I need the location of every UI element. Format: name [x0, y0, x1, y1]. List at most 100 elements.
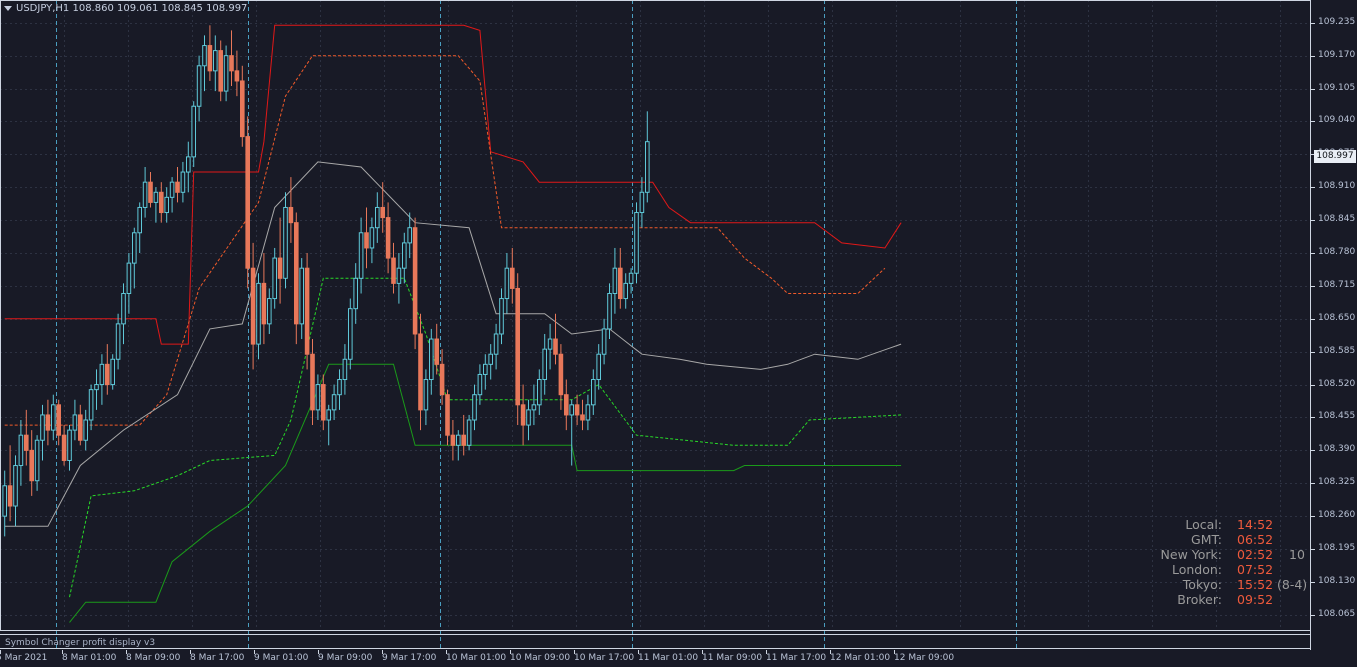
candle — [531, 384, 537, 426]
candle-body — [234, 70, 240, 82]
candle-body — [18, 434, 24, 467]
candle — [396, 253, 402, 304]
time-axis-label: 8 Mar 17:00 — [190, 653, 245, 663]
candle-body — [434, 338, 439, 365]
candle — [380, 182, 385, 233]
candle-body — [369, 227, 375, 249]
candle — [126, 253, 132, 314]
candle — [515, 273, 521, 426]
candle-body — [283, 206, 288, 279]
candle-body — [272, 257, 277, 300]
candle — [375, 192, 380, 243]
candle — [164, 187, 169, 223]
candle — [434, 323, 439, 375]
candle-body — [412, 227, 418, 335]
candle-body — [132, 232, 137, 264]
candle-body — [499, 298, 504, 335]
candle — [483, 354, 488, 390]
candle-body — [531, 404, 537, 411]
candle — [407, 212, 412, 259]
price-axis-label: 108.715 — [1318, 280, 1356, 290]
candle — [159, 182, 164, 223]
clock-time: 07:52 — [1237, 562, 1274, 577]
candle — [186, 141, 191, 193]
candle — [385, 202, 391, 274]
price-axis-label: 108.260 — [1318, 510, 1356, 520]
candle — [391, 242, 396, 294]
candle-body — [510, 267, 515, 289]
candle — [526, 399, 531, 441]
candle-body — [337, 379, 342, 396]
candle — [326, 404, 331, 446]
candle-body — [477, 373, 483, 396]
candle-body — [515, 287, 521, 406]
candle — [207, 25, 213, 81]
candle — [310, 339, 315, 426]
price-axis-label: 109.105 — [1318, 83, 1356, 93]
candle-body — [450, 434, 456, 446]
candlestick-series[interactable] — [2, 25, 650, 537]
time-axis-label: 8 Mar 01:00 — [62, 653, 117, 663]
candle — [288, 177, 294, 243]
clock-extra: 10 — [1289, 547, 1305, 562]
candle-body — [148, 181, 153, 203]
time-axis-label: 8 Mar 09:00 — [126, 653, 181, 663]
candle — [83, 409, 89, 451]
candle-body — [488, 353, 493, 365]
candle — [78, 404, 83, 446]
price-axis-label: 108.195 — [1318, 543, 1356, 553]
candle-body — [526, 409, 531, 426]
candle — [272, 247, 277, 309]
dropdown-triangle-icon[interactable] — [4, 5, 12, 11]
candle — [223, 45, 229, 102]
clock-name: GMT: — [1191, 532, 1222, 547]
candle — [191, 101, 196, 167]
candle-body — [40, 414, 45, 441]
clock-extra: (8-4) — [1277, 577, 1308, 592]
candle-body — [310, 353, 315, 411]
clock-time: 02:52 — [1237, 547, 1274, 562]
candle-body — [223, 55, 229, 92]
time-axis-label: 9 Mar 17:00 — [382, 653, 437, 663]
candle-body — [196, 65, 202, 107]
candle — [256, 273, 261, 360]
candle-body — [601, 328, 607, 355]
symbol-ohlc-label: USDJPY,H1 108.860 109.061 108.845 108.99… — [16, 3, 248, 14]
candle — [294, 212, 299, 345]
candle — [591, 369, 596, 415]
candle-body — [175, 181, 180, 193]
candle — [342, 344, 348, 395]
candle — [240, 65, 245, 147]
clock-name: Tokyo: — [1182, 577, 1222, 592]
candle-body — [315, 384, 321, 411]
symbol-title[interactable]: USDJPY,H1 108.860 109.061 108.845 108.99… — [4, 3, 247, 14]
price-axis-label: 108.455 — [1318, 411, 1356, 421]
clock-time: 06:52 — [1237, 532, 1274, 547]
candle — [429, 328, 434, 395]
candle-body — [218, 50, 223, 92]
candle-body — [348, 308, 353, 360]
candle — [461, 414, 466, 456]
candle-body — [207, 45, 213, 72]
candle — [34, 435, 40, 491]
candle-body — [547, 338, 553, 350]
candle-body — [169, 181, 175, 198]
price-axis-label: 108.845 — [1318, 214, 1356, 224]
candle-body — [423, 379, 429, 411]
time-axis-label: 11 Mar 09:00 — [702, 653, 763, 663]
candle-body — [24, 434, 29, 451]
candle — [51, 394, 56, 441]
candle — [229, 30, 234, 87]
candle — [547, 323, 553, 370]
candle-body — [385, 217, 391, 259]
price-axis-label: 108.325 — [1318, 477, 1356, 487]
candle-body — [618, 267, 623, 300]
candle-body — [472, 394, 477, 421]
candle — [137, 202, 142, 254]
price-axis-label: 108.650 — [1318, 313, 1356, 323]
candle-body — [294, 222, 299, 325]
candle — [94, 369, 99, 410]
candle — [196, 55, 202, 122]
price-axis-label: 109.040 — [1318, 115, 1356, 125]
candle-body — [142, 181, 148, 208]
